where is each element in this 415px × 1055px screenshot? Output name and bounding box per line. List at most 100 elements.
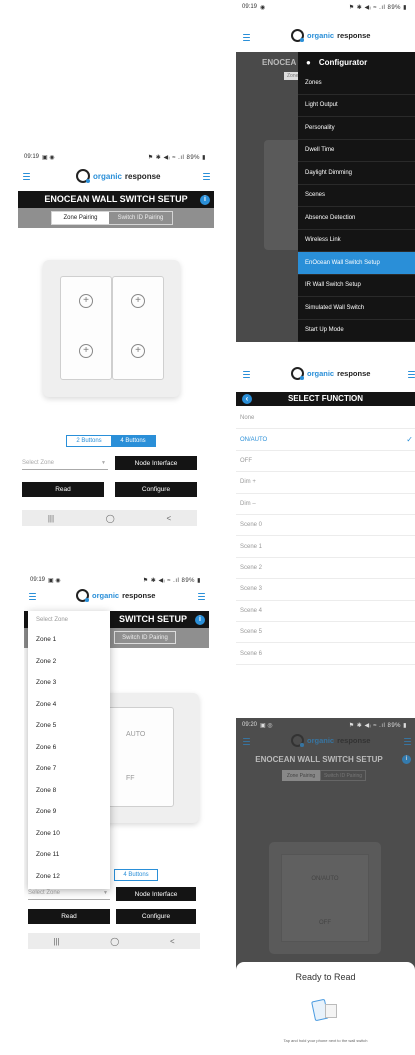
back-icon[interactable]: <	[166, 514, 171, 523]
logo-mark-icon	[291, 734, 304, 747]
function-option[interactable]: Scene 3	[236, 579, 415, 601]
tab-switch-id-pairing[interactable]: Switch ID Pairing	[114, 631, 176, 644]
zone-option[interactable]: Zone 5	[28, 715, 110, 737]
menu-item-wireless-link[interactable]: Wireless Link	[298, 230, 415, 252]
function-option[interactable]: Dim +	[236, 472, 415, 494]
status-left-icons: ▣ ◉	[42, 155, 55, 161]
home-icon[interactable]: ◯	[106, 514, 115, 523]
checkmark-icon: ✓	[406, 435, 413, 445]
menu-item-personality[interactable]: Personality	[298, 117, 415, 140]
zone-option[interactable]: Zone 10	[28, 823, 110, 845]
function-option[interactable]: Scene 4	[236, 601, 415, 622]
menu-item-zones[interactable]: Zones	[298, 72, 415, 95]
four-buttons-option[interactable]: 4 Buttons	[111, 436, 155, 446]
menu-item-dwell-time[interactable]: Dwell Time	[298, 140, 415, 162]
status-icons: ⚑ ✱ ◀ᵢ ≈ .ıl 89% ▮	[142, 578, 201, 584]
status-icons: ⚑ ✱ ◀ᵢ ≈ .ıl 89% ▮	[147, 155, 206, 161]
switch-rocker-right[interactable]	[112, 276, 164, 380]
function-option-label: Dim +	[240, 479, 256, 486]
rocker-bottom-label: OFF	[319, 920, 331, 926]
menu-icon[interactable]	[23, 173, 30, 180]
zone-select[interactable]: Select Zone ▼	[22, 456, 108, 470]
back-arrow-icon[interactable]: ‹	[242, 394, 252, 404]
page-title: SWITCH SETUP	[118, 614, 187, 624]
wall-switch-image: ON/AUTO OFF	[269, 842, 381, 954]
menu-item-daylight-dimming[interactable]: Daylight Dimming	[298, 162, 415, 185]
tab-switch-id-pairing[interactable]: Switch ID Pairing	[320, 770, 366, 781]
read-button[interactable]: Read	[28, 909, 110, 924]
function-option[interactable]: Scene 2	[236, 558, 415, 580]
plus-icon-bottom-left[interactable]: +	[79, 344, 93, 358]
function-option[interactable]: Scene 0	[236, 515, 415, 537]
function-option[interactable]: Dim –	[236, 494, 415, 515]
menu-icon[interactable]	[243, 738, 250, 745]
wall-switch-image: + + + +	[43, 260, 180, 397]
info-icon[interactable]: i	[195, 615, 205, 625]
zone-option[interactable]: Zone 4	[28, 694, 110, 716]
function-option-label: Scene 0	[240, 522, 263, 529]
tab-zone-pairing[interactable]: Zone Pairing	[282, 770, 320, 781]
menu-icon-right[interactable]	[198, 593, 205, 600]
page-title: ENOCEAN WALL SWITCH SETUP	[255, 755, 383, 764]
tab-zone-pairing[interactable]: Zone Pairing	[52, 212, 109, 224]
info-icon[interactable]: i	[200, 195, 210, 205]
menu-item-scenes[interactable]: Scenes	[298, 185, 415, 207]
back-icon[interactable]: <	[170, 937, 175, 946]
plus-icon-top-left[interactable]: +	[79, 294, 93, 308]
plus-icon-bottom-right[interactable]: +	[131, 344, 145, 358]
function-option[interactable]: Scene 6	[236, 643, 415, 665]
read-button[interactable]: Read	[22, 482, 104, 497]
four-buttons-option[interactable]: 4 Buttons	[114, 869, 158, 881]
menu-item-ir-wall-switch-setup[interactable]: IR Wall Switch Setup	[298, 275, 415, 297]
info-icon[interactable]: i	[402, 755, 411, 764]
two-buttons-option[interactable]: 2 Buttons	[67, 436, 111, 446]
zone-option[interactable]: Zone 12	[28, 866, 110, 888]
nfc-phone-icon	[311, 998, 341, 1022]
organic-response-logo: organic response	[291, 29, 370, 42]
zone-option[interactable]: Zone 2	[28, 651, 110, 673]
zone-option[interactable]: Zone 8	[28, 780, 110, 802]
plus-icon-top-right[interactable]: +	[131, 294, 145, 308]
tab-switch-id-pairing[interactable]: Switch ID Pairing	[109, 212, 172, 224]
organic-response-logo: organic response	[291, 734, 370, 747]
node-interface-button[interactable]: Node Interface	[115, 456, 197, 470]
menu-item-absence-detection[interactable]: Absence Detection	[298, 207, 415, 230]
function-option-label: Dim –	[240, 500, 256, 507]
panel-wall-switch-setup: 09:19 ▣ ◉ ⚑ ✱ ◀ᵢ ≈ .ıl 89% ▮ organic resp…	[18, 150, 214, 535]
zone-option[interactable]: Zone 9	[28, 801, 110, 823]
function-option[interactable]: Scene 5	[236, 622, 415, 644]
menu-item-enocean-wall-switch-setup[interactable]: EnOcean Wall Switch Setup	[298, 252, 415, 275]
rocker-bottom-label: FF	[126, 775, 135, 782]
switch-rocker-left[interactable]	[60, 276, 112, 380]
zone-option[interactable]: Zone 1	[28, 629, 110, 651]
node-interface-button[interactable]: Node Interface	[116, 887, 196, 901]
function-option[interactable]: Scene 1	[236, 536, 415, 558]
menu-item-start-up-mode[interactable]: Start Up Mode	[298, 320, 415, 342]
nfc-bottom-sheet: Ready to Read Tap and hold your phone ne…	[236, 962, 415, 1055]
recents-icon[interactable]: |||	[53, 937, 59, 946]
menu-icon[interactable]	[243, 371, 250, 378]
menu-icon-right[interactable]	[203, 173, 210, 180]
status-bar: 09:19 ◉ ⚑ ✱ ◀ᵢ ≈ .ıl 89% ▮	[236, 0, 415, 14]
menu-icon-right[interactable]	[404, 738, 411, 745]
recents-icon[interactable]: |||	[48, 514, 54, 523]
menu-icon-right[interactable]	[408, 371, 415, 378]
zone-option[interactable]: Zone 7	[28, 758, 110, 780]
home-icon[interactable]: ◯	[110, 937, 119, 946]
menu-item-light-output[interactable]: Light Output	[298, 95, 415, 117]
zone-option[interactable]: Zone 11	[28, 844, 110, 866]
menu-icon[interactable]	[29, 593, 36, 600]
zone-option[interactable]: Zone 6	[28, 737, 110, 759]
configure-button[interactable]: Configure	[116, 909, 196, 924]
function-option[interactable]: ON/AUTO ✓	[236, 429, 415, 451]
menu-item-simulated-wall-switch[interactable]: Simulated Wall Switch	[298, 297, 415, 320]
function-option[interactable]: None	[236, 408, 415, 430]
function-option[interactable]: OFF	[236, 451, 415, 473]
status-icons: ⚑ ✱ ◀ᵢ ≈ .ıl 89% ▮	[348, 723, 407, 729]
zone-option[interactable]: Zone 3	[28, 672, 110, 694]
panel-configurator-menu: 09:19 ◉ ⚑ ✱ ◀ᵢ ≈ .ıl 89% ▮ organic respon…	[236, 0, 415, 342]
logo-mark-icon	[76, 169, 90, 183]
status-time: 09:19	[242, 4, 258, 10]
configure-button[interactable]: Configure	[115, 482, 197, 497]
menu-icon[interactable]	[243, 34, 250, 41]
